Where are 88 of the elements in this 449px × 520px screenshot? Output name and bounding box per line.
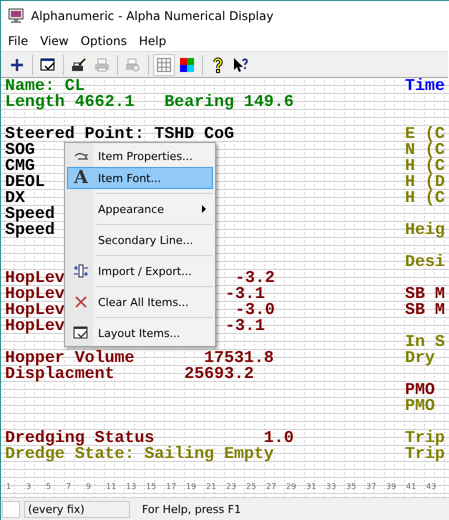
menu-item[interactable]: Item Properties... xyxy=(67,145,213,167)
ruler-number: 35 xyxy=(345,482,358,490)
display-text: Heig xyxy=(405,222,445,238)
window-title: Alphanumeric - Alpha Numerical Display xyxy=(31,8,274,22)
color-squares-icon xyxy=(179,56,195,72)
plus-icon xyxy=(9,56,25,72)
grid-icon xyxy=(156,56,172,72)
display-text: E (C xyxy=(405,126,445,142)
display-text: Length 4662.1 Bearing 149.6 xyxy=(5,94,295,110)
display-text: PMO xyxy=(405,382,435,398)
display-text: SB M xyxy=(405,286,445,302)
display-text: Dredging Status 1.0 xyxy=(5,430,295,446)
window-check-icon xyxy=(73,325,89,341)
submenu-arrow-icon xyxy=(202,205,206,213)
menu-item[interactable]: Layout Items... xyxy=(67,322,213,344)
cross-icon xyxy=(73,294,89,310)
ruler-number: 5 xyxy=(45,482,52,490)
display-text: Steered Point: TSHD CoG xyxy=(5,126,235,142)
display-text: -3.0 xyxy=(235,302,275,318)
display-text: -3.2 xyxy=(235,270,275,286)
display-text: Name: CL xyxy=(5,78,85,94)
display-text: Speed xyxy=(5,222,55,238)
display-text: HopLev xyxy=(5,318,65,334)
display-text: H (C xyxy=(405,158,445,174)
ruler-number: 29 xyxy=(285,482,298,490)
display-text: Time xyxy=(405,78,445,94)
display-text: Displacment 25693.2 xyxy=(5,366,255,382)
ruler-number: 41 xyxy=(405,482,418,490)
display-text: In S xyxy=(405,334,445,350)
ruler-number: 11 xyxy=(105,482,118,490)
display-text: Desi xyxy=(405,254,445,270)
menu-item[interactable]: Clear All Items... xyxy=(67,291,213,313)
wand-printer-icon xyxy=(71,56,87,72)
app-icon xyxy=(8,8,24,24)
ruler-number: 17 xyxy=(165,482,178,490)
display-text: H (C xyxy=(405,190,445,206)
status-pane: (every fix) xyxy=(24,500,130,518)
ruler-number: 23 xyxy=(225,482,238,490)
display-text: Dry xyxy=(405,350,435,366)
display-text: Trip xyxy=(405,430,445,446)
display-text: Speed xyxy=(5,206,55,222)
arrows-icon xyxy=(73,263,89,279)
menu-item[interactable]: Help xyxy=(132,34,172,48)
display-text: DX xyxy=(5,190,25,206)
pointer-question-icon xyxy=(233,56,249,72)
display-text: PMO xyxy=(405,398,435,414)
menu-item[interactable]: A Item Font... xyxy=(67,167,213,189)
font-icon: A xyxy=(74,169,88,187)
menu-item[interactable]: Appearance xyxy=(67,198,213,220)
ruler-number: 25 xyxy=(245,482,258,490)
menu-item[interactable]: View xyxy=(34,34,75,48)
ruler-number: 27 xyxy=(265,482,278,490)
ruler-number: 7 xyxy=(65,482,72,490)
ruler-number: 9 xyxy=(85,482,92,490)
ruler-number: 3 xyxy=(25,482,32,490)
menu-item[interactable]: Secondary Line... xyxy=(67,229,213,251)
display-text: HopLev xyxy=(5,270,65,286)
display-text: N (C xyxy=(405,142,445,158)
display-text: SOG xyxy=(5,142,35,158)
ruler-number: 1 xyxy=(5,482,12,490)
ruler-number: 33 xyxy=(325,482,338,490)
ruler-number: 37 xyxy=(365,482,378,490)
display-text: -3.1 xyxy=(225,286,265,302)
menu-item[interactable]: Options xyxy=(74,34,133,48)
ruler-number: 43 xyxy=(425,482,438,490)
ruler-number: 21 xyxy=(205,482,218,490)
printer-icon xyxy=(94,56,110,72)
display-text: Hopper Volume 17531.8 xyxy=(5,350,275,366)
display-text: H (D xyxy=(405,174,445,190)
display-text: HopLev xyxy=(5,302,65,318)
display-text: CMG xyxy=(5,158,35,174)
ruler-number: 31 xyxy=(305,482,318,490)
display-text: Trip xyxy=(405,446,445,462)
printer-preview-icon xyxy=(125,56,141,72)
display-text: SB M xyxy=(405,302,445,318)
display-text: HopLev xyxy=(5,286,65,302)
ruler-number: 19 xyxy=(185,482,198,490)
menu-item[interactable]: Import / Export... xyxy=(67,260,213,282)
ruler-number: 39 xyxy=(385,482,398,490)
display-text: DEOL xyxy=(5,174,45,190)
ruler-number: 15 xyxy=(145,482,158,490)
display-text: -3.1 xyxy=(225,318,265,334)
menu-item[interactable]: File xyxy=(2,34,34,48)
ruler-number: 13 xyxy=(125,482,138,490)
window-check-icon xyxy=(40,56,56,72)
grid-button[interactable] xyxy=(153,54,175,76)
display-text: Dredge State: Sailing Empty xyxy=(5,446,275,462)
status-text: For Help, press F1 xyxy=(141,502,242,516)
